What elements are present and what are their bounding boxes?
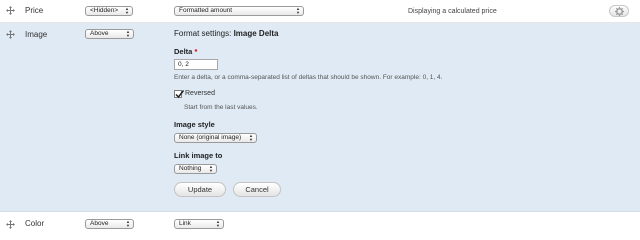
- select-value: Nothing: [179, 165, 202, 172]
- checkmark-icon: [175, 90, 184, 99]
- select-arrows-icon: ▲ ▼: [249, 133, 253, 142]
- label-display-select-image[interactable]: Above ▲ ▼: [85, 29, 134, 39]
- link-image-select[interactable]: Nothing ▲ ▼: [174, 164, 217, 174]
- delta-label: Delta *: [174, 47, 198, 56]
- select-arrows-icon: ▲ ▼: [125, 6, 129, 15]
- select-value: Formatted amount: [179, 7, 233, 14]
- select-value: Above: [90, 30, 109, 37]
- field-label-color: Color: [25, 219, 45, 228]
- select-arrows-icon: ▲ ▼: [216, 219, 220, 228]
- image-style-select[interactable]: None (original image) ▲ ▼: [174, 133, 257, 143]
- select-arrows-icon: ▲ ▼: [126, 29, 130, 38]
- field-row-color: Color Above ▲ ▼ Link ▲ ▼: [0, 212, 640, 236]
- label-display-select-color[interactable]: Above ▲ ▼: [85, 219, 134, 229]
- select-value: Link: [179, 220, 191, 227]
- select-arrows-icon: ▲ ▼: [209, 164, 213, 173]
- field-row-price: Price <Hidden> ▲ ▼ Formatted amount ▲ ▼ Di…: [0, 0, 640, 23]
- select-value: <Hidden>: [90, 7, 119, 14]
- format-settings-heading: Format settings: Image Delta: [174, 29, 279, 38]
- cancel-button[interactable]: Cancel: [233, 182, 281, 197]
- formatter-select-color[interactable]: Link ▲ ▼: [174, 219, 224, 229]
- drag-handle-icon[interactable]: [6, 30, 15, 39]
- delta-description: Enter a delta, or a comma-separated list…: [174, 74, 443, 81]
- select-arrows-icon: ▲ ▼: [126, 219, 130, 228]
- formatter-select-price[interactable]: Formatted amount ▲ ▼: [174, 6, 304, 16]
- reversed-description: Start from the last values.: [184, 104, 258, 111]
- gear-icon: [615, 7, 624, 16]
- update-button[interactable]: Update: [174, 182, 226, 197]
- image-style-label: Image style: [174, 120, 215, 129]
- select-value: None (original image): [179, 134, 242, 141]
- field-label-price: Price: [25, 6, 44, 15]
- field-label-image: Image: [25, 30, 48, 39]
- label-display-select-price[interactable]: <Hidden> ▲ ▼: [85, 6, 133, 16]
- link-image-to-label: Link image to: [174, 151, 223, 160]
- formatter-summary: Displaying a calculated price: [408, 8, 497, 15]
- drag-handle-icon[interactable]: [6, 220, 15, 229]
- select-arrows-icon: ▲ ▼: [296, 6, 300, 15]
- settings-button[interactable]: [609, 5, 629, 17]
- select-value: Above: [90, 220, 109, 227]
- reversed-checkbox[interactable]: [174, 90, 184, 99]
- required-mark: *: [194, 47, 198, 56]
- delta-input[interactable]: 0, 2: [174, 59, 218, 70]
- reversed-label[interactable]: Reversed: [185, 90, 215, 97]
- drag-handle-icon[interactable]: [6, 6, 15, 15]
- field-row-image: Image Above ▲ ▼: [0, 23, 640, 212]
